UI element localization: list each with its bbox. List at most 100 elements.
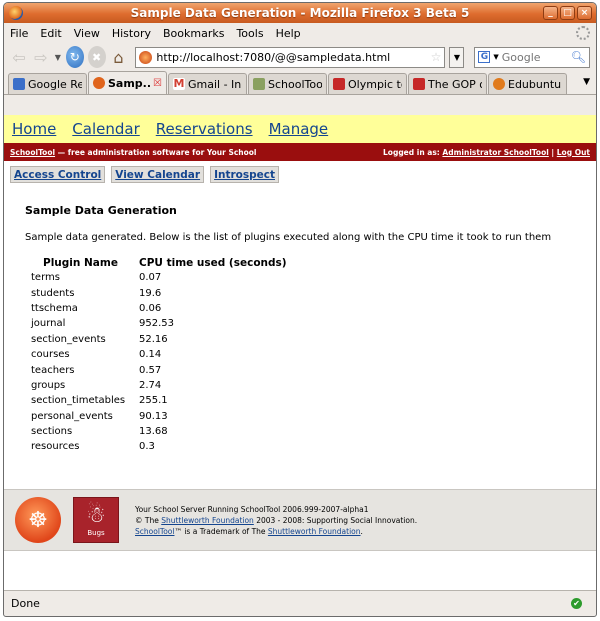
minimize-button[interactable]: _ [543, 6, 558, 20]
plugin-name: resources [31, 441, 80, 453]
login-info: Logged in as: Administrator SchoolTool |… [383, 147, 590, 157]
cpu-time: 19.6 [139, 287, 162, 299]
schooltool-link[interactable]: SchoolTool [10, 148, 55, 157]
table-row: journal 952.53 [31, 316, 297, 331]
schooltool-footer-link[interactable]: SchoolTool [135, 527, 174, 536]
footer-trademark: SchoolTool™ is a Trademark of The Shuttl… [135, 526, 363, 536]
table-row: teachers 0.57 [31, 362, 297, 377]
tab-gmail[interactable]: M Gmail - Inb... [168, 73, 247, 94]
user-link[interactable]: Administrator SchoolTool [442, 148, 548, 157]
menu-edit[interactable]: Edit [40, 27, 61, 40]
menu-view[interactable]: View [74, 27, 100, 40]
search-input[interactable] [501, 50, 568, 64]
edubuntu-favicon-icon [493, 78, 505, 90]
throbber-icon [576, 26, 590, 40]
table-row: section_events 52.16 [31, 332, 297, 347]
shuttleworth-link[interactable]: Shuttleworth Foundation [161, 516, 254, 525]
plugin-name: teachers [31, 364, 75, 376]
gmail-favicon-icon: M [173, 77, 185, 90]
page-title: Sample Data Generation [25, 204, 177, 217]
tab-schooltool[interactable]: SchoolTool... [248, 73, 327, 94]
tab-olympic[interactable]: Olympic to... [328, 73, 407, 94]
search-engine-icon[interactable]: G [478, 51, 491, 63]
cpu-time: 90.13 [139, 410, 168, 422]
cpu-time: 0.3 [139, 441, 155, 453]
url-dropdown-icon[interactable]: ▼ [449, 46, 465, 68]
tab-list-dropdown-icon[interactable]: ▼ [583, 77, 590, 87]
logout-link[interactable]: Log Out [557, 148, 590, 157]
menu-file[interactable]: File [10, 27, 28, 40]
plugins-table: Plugin Name CPU time used (seconds) term… [31, 257, 297, 455]
close-tab-icon[interactable]: ☒ [153, 78, 162, 89]
plugin-name-header: Plugin Name [43, 257, 118, 269]
brand-tagline: SchoolTool — free administration softwar… [10, 147, 257, 157]
tab-google-reader[interactable]: Google Re... [8, 73, 87, 94]
address-bar[interactable]: http://localhost:7080/@@sampledata.html … [135, 46, 446, 68]
schooltool-favicon-icon [253, 78, 265, 90]
table-row: students 19.6 [31, 285, 297, 300]
home-icon[interactable]: ⌂ [110, 46, 128, 68]
nav-reservations-link[interactable]: Reservations [156, 120, 253, 138]
cpu-time: 2.74 [139, 379, 162, 391]
firefox-window: Sample Data Generation - Mozilla Firefox… [3, 2, 597, 617]
cpu-time: 0.57 [139, 364, 162, 376]
menu-bookmarks[interactable]: Bookmarks [163, 27, 224, 40]
cpu-time: 13.68 [139, 426, 168, 438]
schooltool-zebra-logo-icon[interactable]: ☸ [15, 497, 61, 543]
table-header: Plugin Name CPU time used (seconds) [31, 257, 297, 270]
forward-arrow-icon[interactable]: ⇨ [32, 46, 50, 68]
plugin-name: groups [31, 379, 66, 391]
search-box[interactable]: G ▼ 🔍︎ [474, 46, 591, 68]
tab-bar: Google Re... Samp... ☒ M Gmail - Inb... … [4, 71, 596, 95]
title-bar[interactable]: Sample Data Generation - Mozilla Firefox… [4, 3, 596, 23]
plugin-name: section_events [31, 333, 106, 345]
plugin-name: ttschema [31, 302, 78, 314]
page-content: Home Calendar Reservations Manage School… [4, 115, 596, 590]
stop-icon[interactable]: ✖ [87, 46, 106, 68]
nav-manage-link[interactable]: Manage [269, 120, 329, 138]
reload-icon[interactable]: ↻ [65, 46, 84, 68]
view-calendar-button[interactable]: View Calendar [111, 166, 205, 183]
access-control-button[interactable]: Access Control [10, 166, 106, 183]
site-navigation: Home Calendar Reservations Manage [4, 115, 596, 143]
table-row: groups 2.74 [31, 378, 297, 393]
nav-calendar-link[interactable]: Calendar [72, 120, 139, 138]
shuttleworth-link-2[interactable]: Shuttleworth Foundation [268, 527, 361, 536]
table-row: section_timetables 255.1 [31, 393, 297, 408]
news-favicon-icon [333, 78, 345, 90]
status-ok-icon: ✔ [571, 598, 582, 609]
back-arrow-icon[interactable]: ⇦ [10, 46, 28, 68]
footer-text: Your School Server Running SchoolTool 20… [135, 504, 417, 537]
close-button[interactable]: × [577, 6, 592, 20]
bugs-label: Bugs [87, 529, 105, 537]
tab-sample-data[interactable]: Samp... ☒ [88, 71, 167, 94]
table-row: personal_events 90.13 [31, 409, 297, 424]
tab-gop[interactable]: The GOP o... [408, 73, 487, 94]
bugs-logo[interactable]: ☃ Bugs [73, 497, 119, 543]
menu-history[interactable]: History [112, 27, 151, 40]
plugin-name: personal_events [31, 410, 113, 422]
plugin-name: courses [31, 349, 70, 361]
url-text[interactable]: http://localhost:7080/@@sampledata.html [156, 51, 426, 64]
search-icon[interactable]: 🔍︎ [571, 50, 586, 64]
cpu-time: 952.53 [139, 318, 174, 330]
introspect-button[interactable]: Introspect [210, 166, 279, 183]
maximize-button[interactable]: □ [560, 6, 575, 20]
menu-help[interactable]: Help [276, 27, 301, 40]
cpu-time: 255.1 [139, 395, 168, 407]
search-engine-dropdown-icon[interactable]: ▼ [493, 53, 498, 61]
action-links: Access Control View Calendar Introspect [4, 161, 596, 185]
nav-home-link[interactable]: Home [12, 120, 56, 138]
history-dropdown-icon[interactable]: ▼ [54, 46, 62, 68]
plugin-name: section_timetables [31, 395, 126, 407]
page-footer: ☸ ☃ Bugs Your School Server Running Scho… [4, 489, 596, 551]
cpu-time: 0.06 [139, 302, 162, 314]
tab-edubuntu[interactable]: Edubuntu ... [488, 73, 567, 94]
menu-tools[interactable]: Tools [236, 27, 263, 40]
bookmark-star-icon[interactable]: ☆ [431, 50, 442, 64]
header-bar: SchoolTool — free administration softwar… [4, 143, 596, 161]
plugin-name: students [31, 287, 75, 299]
table-row: terms 0.07 [31, 270, 297, 285]
table-row: resources 0.3 [31, 439, 297, 454]
news-favicon-icon [413, 78, 425, 90]
